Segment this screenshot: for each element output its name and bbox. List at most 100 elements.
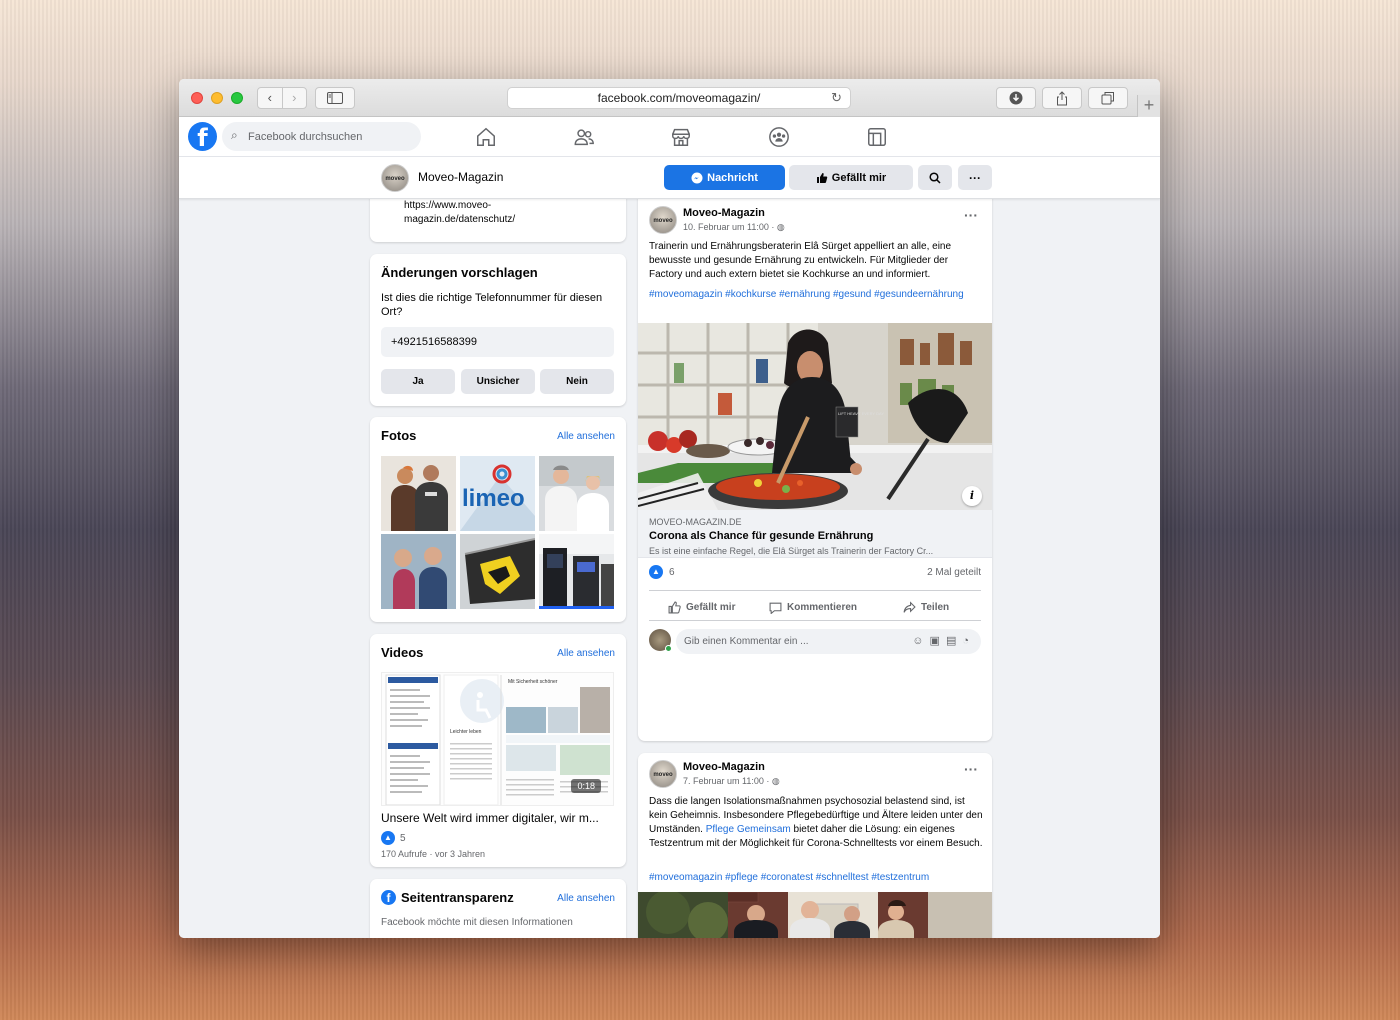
sticker-icon[interactable]: ◔	[962, 635, 975, 647]
yes-button[interactable]: Ja	[381, 369, 455, 394]
info-icon[interactable]: i	[962, 486, 982, 506]
post-date[interactable]: 7. Februar um 11:00 · ◍	[683, 776, 780, 787]
post-image[interactable]	[638, 892, 992, 938]
unsure-button[interactable]: Unsicher	[461, 369, 535, 394]
photo-thumbnail[interactable]: limeo	[460, 456, 535, 531]
search-icon	[929, 171, 941, 184]
link-preview[interactable]: MOVEO-MAGAZIN.DE Corona als Chance für g…	[638, 510, 992, 558]
photo-thumbnail[interactable]	[381, 456, 456, 531]
marketplace-icon[interactable]	[670, 126, 692, 148]
tab-overview-button[interactable]	[1088, 87, 1128, 109]
photo-thumbnail[interactable]	[539, 534, 614, 609]
privacy-link[interactable]: https://www.moveo-magazin.de/datenschutz…	[404, 199, 534, 227]
back-icon[interactable]: ‹	[258, 88, 282, 108]
mention-link[interactable]: Pflege Gemeinsam	[706, 824, 791, 835]
post-author[interactable]: Moveo-Magazin	[683, 207, 765, 219]
post-author-avatar[interactable]: moveo	[649, 760, 677, 788]
gaming-icon[interactable]	[866, 126, 888, 148]
page-avatar[interactable]: moveo	[381, 164, 409, 192]
search-placeholder: Facebook durchsuchen	[248, 130, 363, 143]
new-tab-button[interactable]: +	[1137, 95, 1160, 117]
gif-icon[interactable]: ▤	[946, 635, 962, 647]
video-title[interactable]: Unsere Welt wird immer digitaler, wir m.…	[381, 811, 613, 825]
video-thumb-subheading: Leichter leben	[450, 729, 482, 735]
comment-placeholder: Gib einen Kommentar ein ...	[684, 636, 809, 647]
like-page-button[interactable]: Gefällt mir	[789, 165, 913, 190]
comment-icon	[769, 602, 782, 614]
comment-action-label: Kommentieren	[787, 602, 858, 613]
photos-card: Fotos Alle ansehen limeo	[370, 417, 626, 622]
post-image[interactable]: LIFT HEAVY EVERY DAY i	[638, 323, 992, 510]
videos-card: Videos Alle ansehen Leichter leben Mit S…	[370, 634, 626, 867]
page-header-bar: moveo Moveo-Magazin Nachricht Gefällt mi…	[179, 157, 1160, 199]
globe-icon: ◍	[771, 776, 780, 786]
groups-icon[interactable]	[768, 126, 790, 148]
videos-see-all-link[interactable]: Alle ansehen	[557, 648, 615, 659]
download-icon	[1009, 91, 1023, 105]
post-options-icon[interactable]: ···	[964, 761, 978, 777]
transparency-card: f Seitentransparenz Alle ansehen Faceboo…	[370, 879, 626, 938]
friends-icon[interactable]	[573, 126, 595, 148]
home-icon[interactable]	[475, 126, 497, 148]
no-button[interactable]: Nein	[540, 369, 614, 394]
minimize-window-button[interactable]	[211, 92, 223, 104]
phone-number: +4921516588399	[381, 327, 614, 357]
like-count[interactable]: 6	[669, 567, 675, 578]
search-icon: ⌕	[231, 128, 238, 142]
facebook-search-input[interactable]: ⌕ Facebook durchsuchen	[222, 122, 421, 151]
like-reaction-icon: ▲	[381, 831, 395, 845]
reload-icon[interactable]: ↻	[831, 90, 842, 106]
browser-toolbar: ‹ › facebook.com/moveomagazin/ ↻ +	[179, 79, 1160, 117]
sidebar-toggle-button[interactable]	[315, 87, 355, 109]
video-meta: 170 Aufrufe · vor 3 Jahren	[381, 849, 486, 859]
like-action-button[interactable]: Gefällt mir	[668, 601, 735, 614]
photos-see-all-link[interactable]: Alle ansehen	[557, 431, 615, 442]
forward-icon[interactable]: ›	[283, 88, 307, 108]
post-options-icon[interactable]: ···	[964, 207, 978, 223]
facebook-header: f ⌕ Facebook durchsuchen	[179, 117, 1160, 157]
post-author-avatar[interactable]: moveo	[649, 206, 677, 234]
camera-icon[interactable]: ▣	[930, 635, 946, 647]
videos-title: Videos	[381, 645, 424, 660]
close-window-button[interactable]	[191, 92, 203, 104]
photo-thumbnail[interactable]	[539, 456, 614, 531]
video-reactions[interactable]: ▲ 5	[381, 831, 406, 845]
page-name[interactable]: Moveo-Magazin	[418, 170, 503, 184]
suggest-question: Ist dies die richtige Telefonnummer für …	[381, 292, 603, 318]
suggest-changes-card: Änderungen vorschlagen Ist dies die rich…	[370, 254, 626, 406]
like-label: Gefällt mir	[831, 171, 887, 184]
like-action-label: Gefällt mir	[686, 602, 736, 613]
post-hashtags[interactable]: #moveomagazin #kochkurse #ernährung #ges…	[649, 288, 983, 302]
page-more-button[interactable]: ···	[958, 165, 992, 190]
browser-window: ‹ › facebook.com/moveomagazin/ ↻ + f ⌕ F…	[179, 79, 1160, 938]
photos-title: Fotos	[381, 428, 417, 443]
photo-thumbnail[interactable]	[381, 534, 456, 609]
facebook-logo-icon[interactable]: f	[188, 122, 217, 151]
photo-thumbnail[interactable]	[460, 534, 535, 609]
post-text: Trainerin und Ernährungsberaterin Elâ Sü…	[649, 241, 952, 280]
share-action-button[interactable]: Teilen	[903, 601, 949, 614]
thumbs-up-icon	[816, 172, 828, 183]
video-thumbnail[interactable]: Leichter leben Mit Sicherheit schöner 0:…	[381, 672, 614, 806]
messenger-icon	[691, 172, 703, 183]
post-card: moveo Moveo-Magazin 10. Februar um 11:00…	[638, 199, 992, 741]
share-count[interactable]: 2 Mal geteilt	[927, 567, 981, 578]
post-hashtags[interactable]: #moveomagazin #pflege #coronatest #schne…	[649, 871, 983, 885]
transparency-title: Seitentransparenz	[401, 890, 514, 905]
share-icon	[1057, 90, 1067, 105]
comment-action-button[interactable]: Kommentieren	[769, 601, 857, 614]
post-date[interactable]: 10. Februar um 11:00 · ◍	[683, 222, 785, 233]
zoom-window-button[interactable]	[231, 92, 243, 104]
transparency-see-all-link[interactable]: Alle ansehen	[557, 893, 615, 904]
video-thumb-heading: Mit Sicherheit schöner	[508, 679, 558, 685]
page-search-button[interactable]	[918, 165, 952, 190]
post-author[interactable]: Moveo-Magazin	[683, 761, 765, 773]
emoji-icon[interactable]: ☺	[912, 635, 929, 647]
address-bar[interactable]: facebook.com/moveomagazin/ ↻	[507, 87, 851, 109]
like-reaction-icon[interactable]: ▲	[649, 565, 663, 579]
comment-input[interactable]: Gib einen Kommentar ein ... ☺▣▤◔	[676, 629, 981, 654]
downloads-button[interactable]	[996, 87, 1036, 109]
share-button[interactable]	[1042, 87, 1082, 109]
online-status-icon	[665, 645, 672, 652]
message-button[interactable]: Nachricht	[664, 165, 785, 190]
